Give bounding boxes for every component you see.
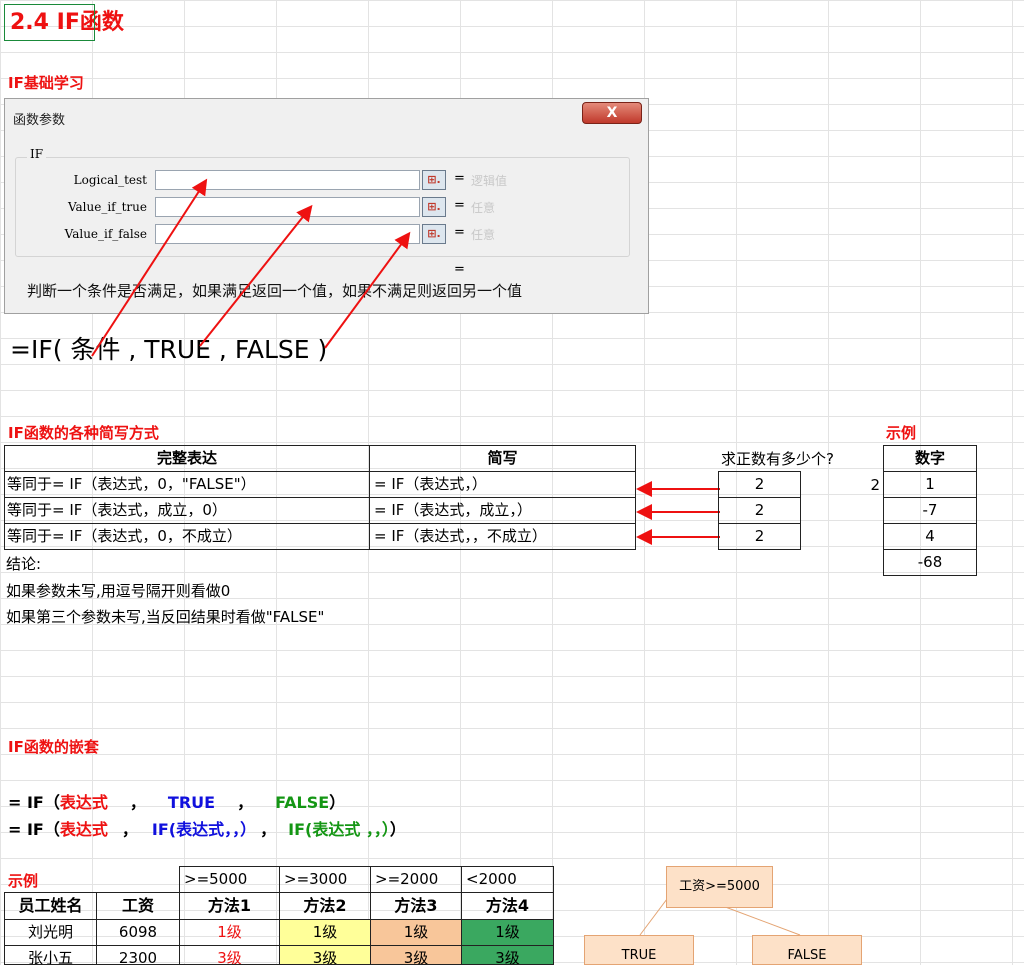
answer-cell[interactable]: 2 — [718, 497, 801, 524]
conclusion-title: 结论: — [6, 555, 42, 573]
conclusion-line: 如果参数未写,用逗号隔开则看做0 — [6, 582, 231, 600]
section-nested-heading: IF函数的嵌套 — [8, 738, 99, 756]
threshold-cell[interactable]: >=5000 — [179, 866, 280, 893]
formula-suffix: ） — [329, 793, 346, 812]
tree-false-node[interactable]: FALSE — [752, 935, 862, 965]
salary-cell[interactable]: 2300 — [96, 945, 180, 965]
shorthand-cell[interactable]: = IF（表达式，） — [369, 471, 636, 498]
method2-cell[interactable]: 3级 — [279, 945, 371, 965]
full-expression-cell[interactable]: 等同于= IF（表达式，0，"FALSE"） — [4, 471, 370, 498]
shorthand-cell[interactable]: = IF（表达式，成立，） — [369, 497, 636, 524]
arrow-condition — [91, 178, 208, 357]
method2-cell[interactable]: 1级 — [279, 919, 371, 946]
nested-formula-line2: = IF（表达式 ， IF(表达式，，） ， IF(表达式 ，，）） — [8, 816, 406, 840]
nested-formula-line1: = IF（表达式 ， TRUE ， FALSE） — [8, 789, 345, 813]
formula-inner-false: IF(表达式 ，，） — [288, 820, 390, 839]
number-cell[interactable]: 4 — [883, 523, 977, 550]
method1-cell[interactable]: 1级 — [179, 919, 280, 946]
number-header: 数字 — [883, 445, 977, 472]
method3-cell[interactable]: 3级 — [370, 945, 462, 965]
tree-true-node[interactable]: TRUE — [584, 935, 694, 965]
employee-name-cell[interactable]: 刘光明 — [4, 919, 97, 946]
arrow-false — [324, 231, 411, 349]
arrow-true — [199, 204, 313, 347]
header-employee-name: 员工姓名 — [4, 892, 97, 920]
number-cell[interactable]: -68 — [883, 549, 977, 576]
answer-cell[interactable]: 2 — [718, 471, 801, 498]
full-expression-cell[interactable]: 等同于= IF（表达式，0，不成立） — [4, 523, 370, 550]
formula-prefix: = IF（ — [8, 820, 60, 839]
threshold-cell[interactable]: >=3000 — [279, 866, 371, 893]
tree-root-node[interactable]: 工资>=5000 — [666, 866, 773, 908]
formula-separator: ， — [121, 820, 138, 839]
tree-edge-right — [719, 904, 801, 936]
employee-name-cell[interactable]: 张小五 — [4, 945, 97, 965]
header-full-expression: 完整表达 — [4, 445, 370, 472]
question-label: 求正数有多少个? — [721, 450, 834, 468]
formula-true: TRUE — [167, 793, 216, 812]
shorthand-cell[interactable]: = IF（表达式，，不成立） — [369, 523, 636, 550]
full-expression-cell[interactable]: 等同于= IF（表达式，成立，0） — [4, 497, 370, 524]
header-method2: 方法2 — [279, 892, 371, 920]
method4-cell[interactable]: 3级 — [461, 945, 554, 965]
method3-cell[interactable]: 1级 — [370, 919, 462, 946]
threshold-cell[interactable]: >=2000 — [370, 866, 462, 893]
number-cell[interactable]: 1 — [883, 471, 977, 498]
header-method4: 方法4 — [461, 892, 554, 920]
salary-cell[interactable]: 6098 — [96, 919, 180, 946]
threshold-cell[interactable]: <2000 — [461, 866, 554, 893]
formula-expression: 表达式 — [59, 793, 108, 812]
formula-suffix: ） — [389, 820, 406, 839]
header-shorthand: 简写 — [369, 445, 636, 472]
header-method3: 方法3 — [370, 892, 462, 920]
example-heading: 示例 — [886, 424, 917, 442]
method1-cell[interactable]: 3级 — [179, 945, 280, 965]
conclusion-line: 如果第三个参数未写,当反回结果时看做"FALSE" — [6, 608, 325, 626]
header-method1: 方法1 — [179, 892, 280, 920]
formula-separator: ， — [260, 820, 277, 839]
method4-cell[interactable]: 1级 — [461, 919, 554, 946]
formula-prefix: = IF（ — [8, 793, 60, 812]
formula-expression: 表达式 — [59, 820, 108, 839]
formula-inner-true: IF(表达式，，） — [151, 820, 249, 839]
number-cell[interactable]: -7 — [883, 497, 977, 524]
formula-separator: ， — [129, 793, 146, 812]
header-salary: 工资 — [96, 892, 180, 920]
section-shorthand-heading: IF函数的各种简写方式 — [8, 424, 159, 442]
answer-cell[interactable]: 2 — [718, 523, 801, 550]
side-value-cell[interactable]: 2 — [855, 473, 880, 498]
formula-separator: ， — [237, 793, 254, 812]
formula-false: FALSE — [275, 793, 330, 812]
example2-heading: 示例 — [8, 872, 39, 890]
